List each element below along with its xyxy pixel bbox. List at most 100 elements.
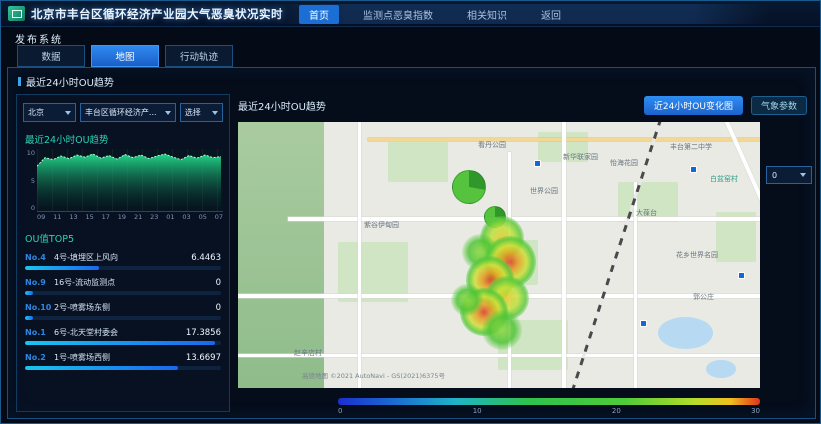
chevron-down-icon xyxy=(165,111,171,115)
legend-tick: 10 xyxy=(473,407,482,415)
progress-fill xyxy=(25,341,215,345)
rank-label: No.1 xyxy=(25,328,52,337)
chart-area-fill xyxy=(37,154,221,207)
heatmap-blob xyxy=(482,310,522,350)
trend-chart-title: 最近24小时OU趋势 xyxy=(25,132,221,146)
x-tick-label: 13 xyxy=(69,213,77,221)
chart-y-axis: 10 5 0 xyxy=(23,149,37,212)
ou-change-chart-button[interactable]: 近24小时OU变化图 xyxy=(644,96,743,115)
station-name: 2号-喷雾场东侧 xyxy=(54,302,216,313)
map-attribution: 高德地图 ©2021 AutoNavi - GS(2021)6375号 xyxy=(302,370,445,380)
main-nav: 首页 监测点恶臭指数 相关知识 返回 xyxy=(269,4,769,24)
chevron-down-icon xyxy=(212,111,218,115)
top5-row: No.1 6号-北天堂村委会 17.3856 xyxy=(25,327,221,345)
map-label: 大葆台 xyxy=(636,208,657,218)
page-title: 北京市丰台区循环经济产业园大气恶臭状况实时 xyxy=(31,1,283,27)
progress-fill xyxy=(25,291,33,295)
point-select[interactable]: 选择 xyxy=(180,103,223,122)
map-park-patch xyxy=(388,142,448,182)
chevron-down-icon xyxy=(800,173,806,177)
x-tick-label: 03 xyxy=(182,213,190,221)
map-header: 最近24小时OU趋势 近24小时OU变化图 气象参数 xyxy=(238,94,807,116)
progress-track xyxy=(25,291,221,295)
map-label: 紫谷伊甸园 xyxy=(364,220,399,230)
ou-value: 13.6697 xyxy=(186,353,221,363)
map-label: 白盆窑村 xyxy=(710,174,738,184)
publish-system-label: 发布系统 xyxy=(15,31,63,46)
heatmap-blob xyxy=(451,284,483,316)
x-tick-label: 05 xyxy=(199,213,207,221)
progress-track xyxy=(25,266,221,270)
park-select-value: 丰台区循环经济产... xyxy=(85,107,162,118)
panel-title: 最近24小时OU趋势 xyxy=(18,74,114,89)
x-tick-label: 09 xyxy=(37,213,45,221)
nav-item-home[interactable]: 首页 xyxy=(299,5,339,24)
map-water xyxy=(706,360,736,378)
map-side-select[interactable]: 0 xyxy=(766,166,812,184)
park-select[interactable]: 丰台区循环经济产... xyxy=(80,103,176,122)
top5-title: OU值TOP5 xyxy=(25,231,221,245)
progress-track xyxy=(25,316,221,320)
ou-value: 0 xyxy=(216,303,221,313)
station-name: 4号-填埋区上风向 xyxy=(54,252,191,263)
progress-fill xyxy=(25,266,99,270)
map-section-title: 最近24小时OU趋势 xyxy=(238,98,326,113)
legend-tick: 30 xyxy=(751,407,760,415)
metro-station-icon xyxy=(738,272,745,279)
x-tick-label: 01 xyxy=(166,213,174,221)
cluster-marker[interactable] xyxy=(452,170,486,204)
legend-tick: 0 xyxy=(338,407,342,415)
map-road xyxy=(358,122,361,388)
chart-plot-area xyxy=(37,149,223,212)
x-tick-label: 15 xyxy=(85,213,93,221)
station-name: 1号-喷雾场西侧 xyxy=(54,352,186,363)
legend-ticks: 0 10 20 30 xyxy=(338,407,760,415)
map-park-patch xyxy=(338,242,408,302)
rank-label: No.2 xyxy=(25,353,52,362)
tab-trajectory[interactable]: 行动轨迹 xyxy=(165,45,233,67)
ou-value: 0 xyxy=(216,278,221,288)
left-sidebar: 北京 丰台区循环经济产... 选择 最近24小时OU趋势 10 5 0 xyxy=(16,94,230,412)
area-chart-svg xyxy=(37,149,221,207)
x-tick-label: 11 xyxy=(53,213,61,221)
nav-item-back[interactable]: 返回 xyxy=(531,5,571,24)
chevron-down-icon xyxy=(65,111,71,115)
tab-data[interactable]: 数据 xyxy=(17,45,85,67)
map-label: 世界公园 xyxy=(530,186,558,196)
dashboard: 北京市丰台区循环经济产业园大气恶臭状况实时 首页 监测点恶臭指数 相关知识 返回… xyxy=(0,0,821,424)
point-select-value: 选择 xyxy=(185,107,209,118)
x-tick-label: 17 xyxy=(102,213,110,221)
progress-fill xyxy=(25,366,178,370)
top5-row: No.10 2号-喷雾场东侧 0 xyxy=(25,302,221,320)
rank-label: No.10 xyxy=(25,303,52,312)
metro-station-icon xyxy=(534,160,541,167)
rank-label: No.4 xyxy=(25,253,52,262)
city-select[interactable]: 北京 xyxy=(23,103,76,122)
metro-station-icon xyxy=(690,166,697,173)
ou-value: 6.4463 xyxy=(191,253,221,263)
progress-fill xyxy=(25,316,33,320)
y-tick-label: 5 xyxy=(23,177,35,185)
station-name: 6号-北天堂村委会 xyxy=(54,327,186,338)
nav-item-odor-index[interactable]: 监测点恶臭指数 xyxy=(353,5,443,24)
map-road xyxy=(716,122,760,295)
station-name: 16号-流动监测点 xyxy=(54,277,216,288)
progress-track xyxy=(25,366,221,370)
map-side-select-value: 0 xyxy=(772,171,796,180)
city-select-value: 北京 xyxy=(28,107,62,118)
nav-item-knowledge[interactable]: 相关知识 xyxy=(457,5,517,24)
y-tick-label: 0 xyxy=(23,204,35,212)
top5-row: No.2 1号-喷雾场西侧 13.6697 xyxy=(25,352,221,370)
y-tick-label: 10 xyxy=(23,149,35,157)
heatmap-legend: 0 10 20 30 xyxy=(338,398,760,415)
tab-map[interactable]: 地图 xyxy=(91,45,159,67)
map-canvas[interactable]: 看丹公园 新华联家园 丰台第二中学 白盆窑村 世界公园 大葆台 紫谷伊甸园 花乡… xyxy=(238,122,760,388)
map-label: 丰台第二中学 xyxy=(670,142,712,152)
weather-params-button[interactable]: 气象参数 xyxy=(751,96,807,115)
map-label: 新华联家园 xyxy=(563,152,598,162)
top-header: 北京市丰台区循环经济产业园大气恶臭状况实时 首页 监测点恶臭指数 相关知识 返回 xyxy=(1,1,820,27)
trend-chart: 10 5 0 xyxy=(23,149,223,212)
legend-tick: 20 xyxy=(612,407,621,415)
map-water xyxy=(658,317,713,349)
x-tick-label: 21 xyxy=(134,213,142,221)
